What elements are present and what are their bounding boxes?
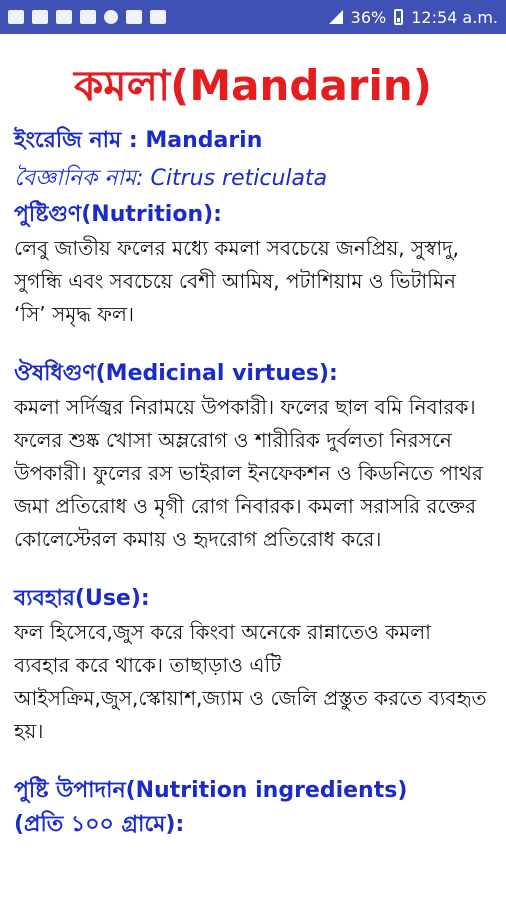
clipboard-icon xyxy=(80,10,96,24)
status-right: 36% 12:54 a.m. xyxy=(328,7,498,27)
page-title: কমলা(Mandarin) xyxy=(73,61,433,110)
use-heading: ব্যবহার(Use): xyxy=(14,586,150,611)
gallery-icon xyxy=(126,10,142,24)
medicinal-heading: ঔষধিগুণ(Medicinal virtues): xyxy=(14,361,338,386)
article: কমলা(Mandarin) ইংরেজি নাম : Mandarin বৈজ… xyxy=(0,62,506,842)
book-icon xyxy=(150,10,166,24)
cloud-icon xyxy=(32,10,48,24)
app-notification-icon xyxy=(56,10,72,24)
scientific-name: বৈজ্ঞানিক নাম: Citrus reticulata xyxy=(14,166,328,191)
signal-icon xyxy=(328,10,343,24)
clock: 12:54 a.m. xyxy=(411,7,498,27)
nutrition-text: লেবু জাতীয় ফলের মধ্যে কমলা সবচেয়ে জনপ্… xyxy=(14,236,460,326)
battery-icon xyxy=(394,9,404,25)
status-bar: 36% 12:54 a.m. xyxy=(0,0,506,34)
use-text: ফল হিসেবে,জুস করে কিংবা অনেকে রান্নাতেও … xyxy=(14,620,487,743)
nutrition-heading: পুষ্টিগুণ(Nutrition): xyxy=(14,202,222,227)
ingredients-subheading: (প্রতি ১০০ গ্রামে): xyxy=(14,812,185,837)
person-add-icon xyxy=(104,10,118,24)
battery-percent: 36% xyxy=(350,7,387,27)
notification-icons xyxy=(8,10,166,24)
ingredients-heading: পুষ্টি উপাদান(Nutrition ingredients) xyxy=(14,778,408,803)
medicinal-text: কমলা সর্দিজ্বর নিরাময়ে উপকারী। ফলের ছাল… xyxy=(14,395,483,551)
image-notification-icon xyxy=(8,10,24,24)
english-name: ইংরেজি নাম : Mandarin xyxy=(14,128,263,153)
